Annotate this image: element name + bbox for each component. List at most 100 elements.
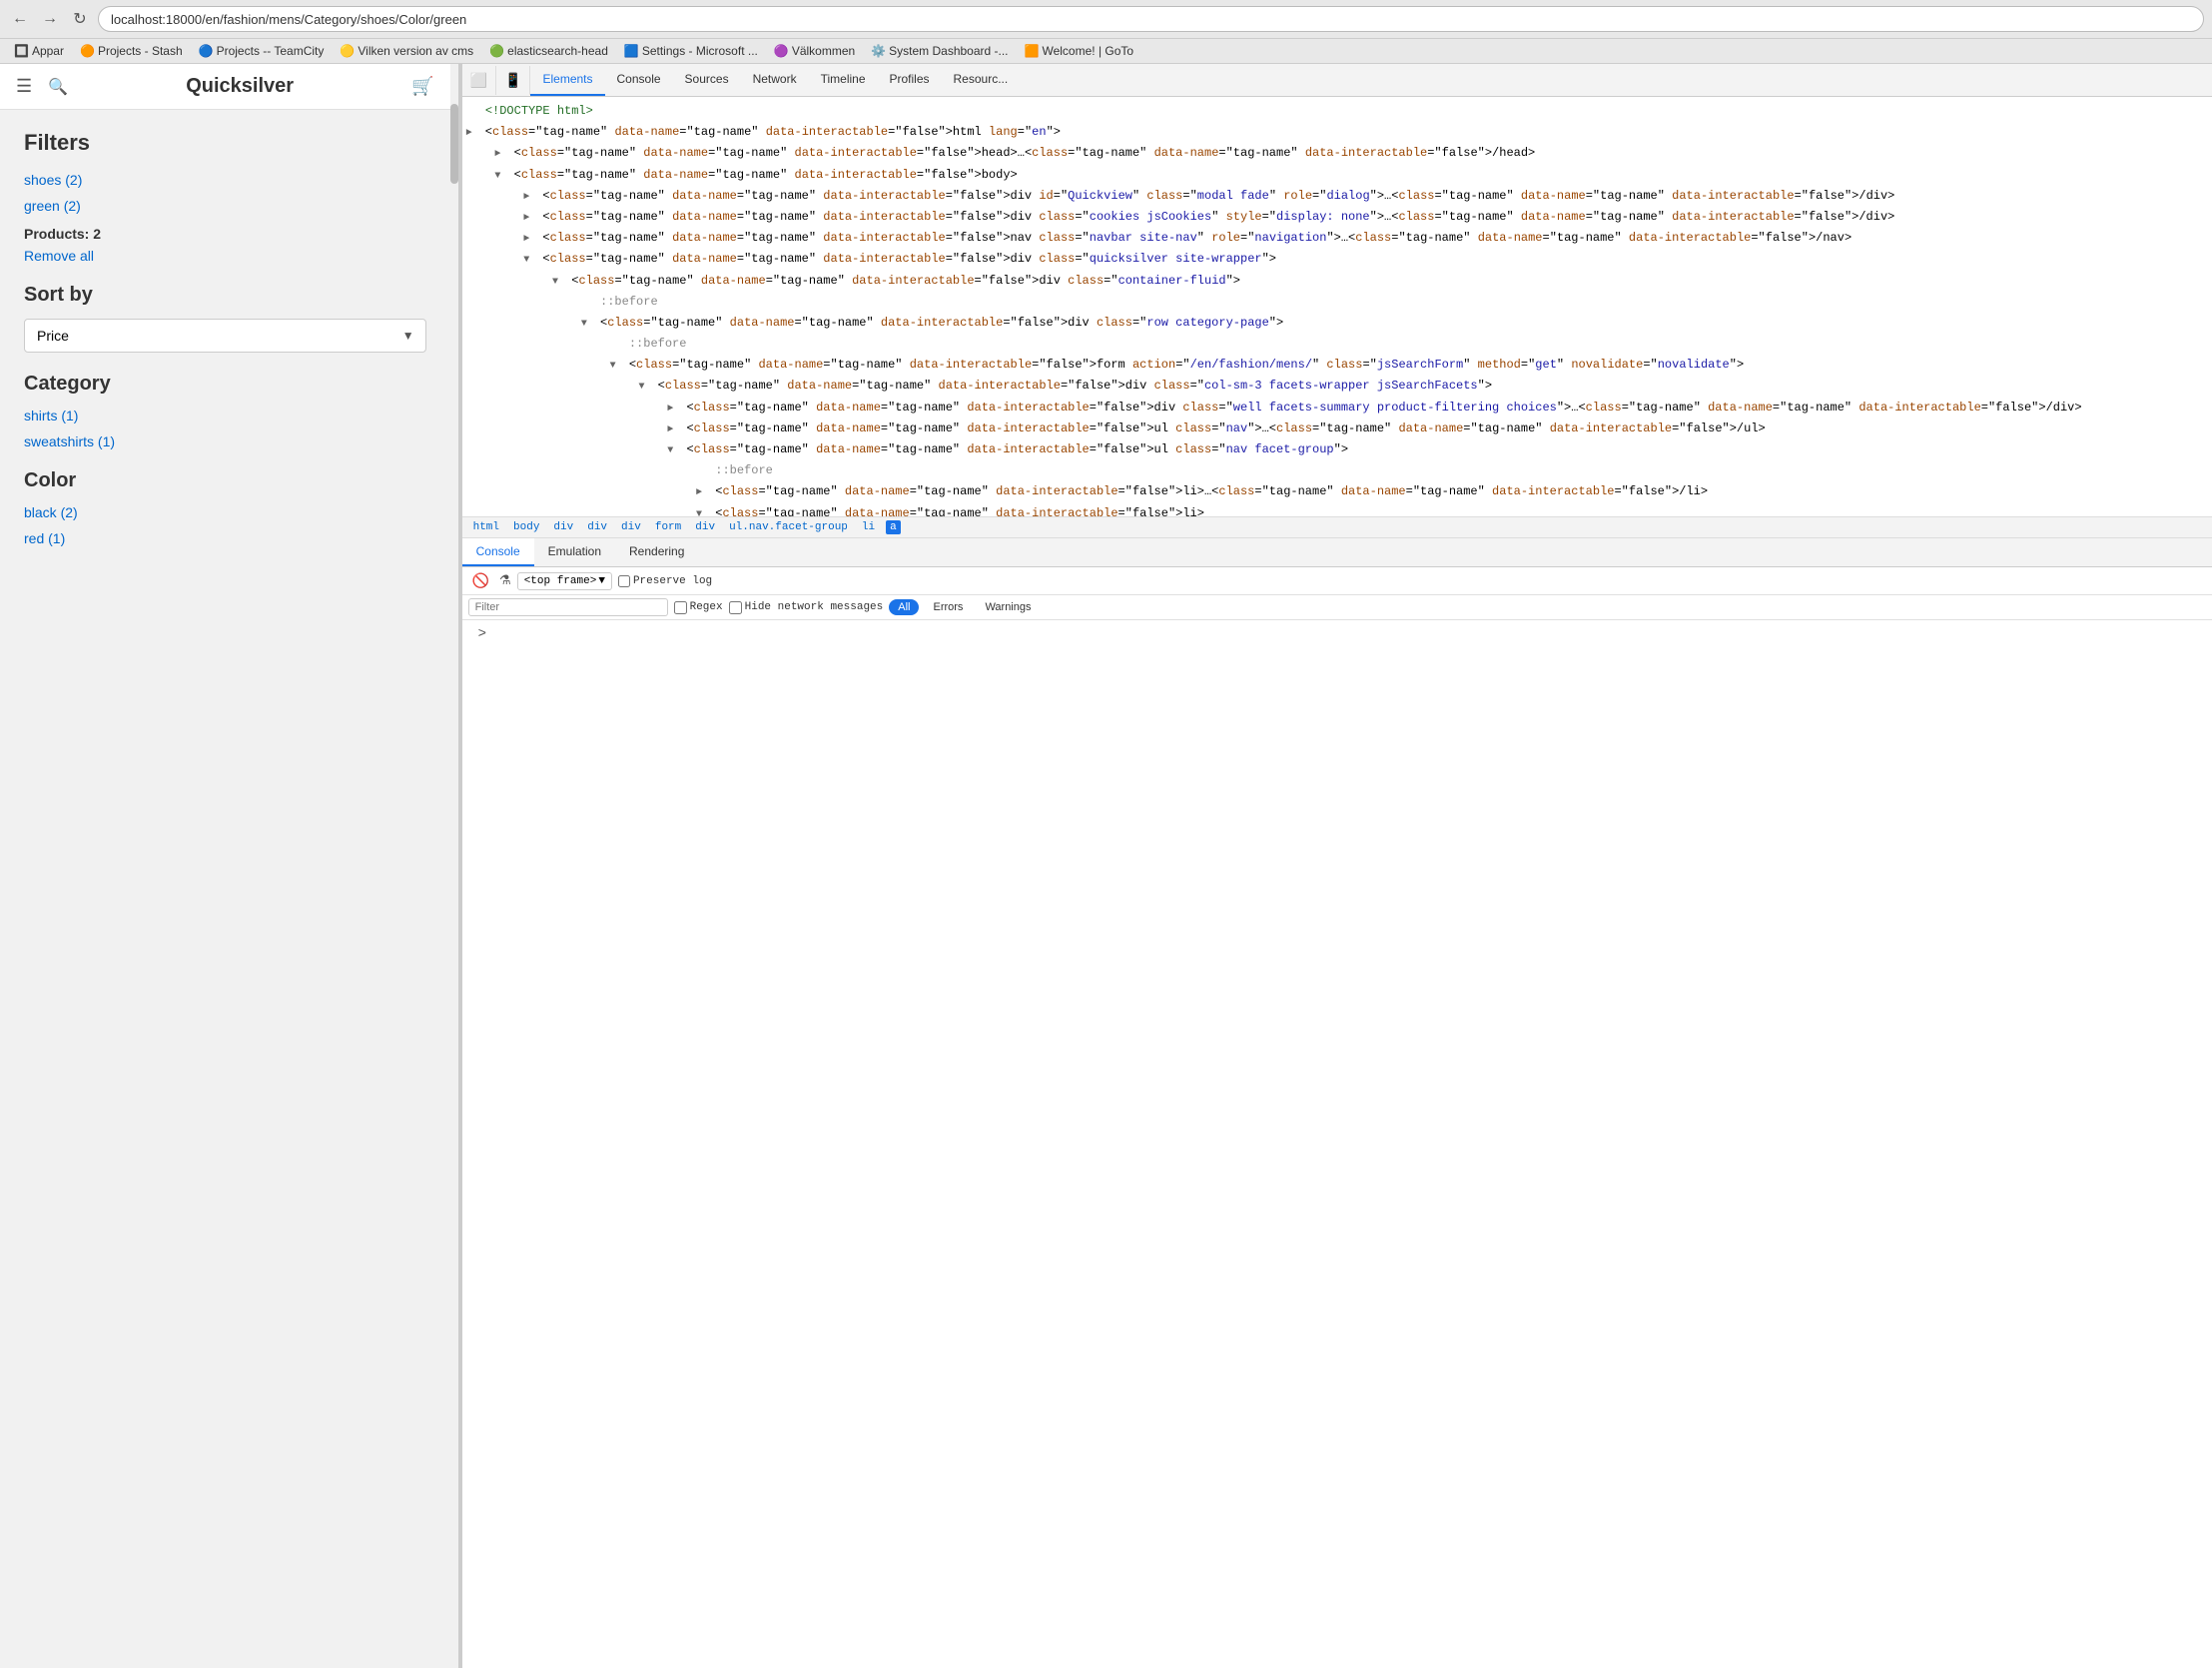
tab-network[interactable]: Network [741,64,809,96]
tree-line[interactable]: ::before [462,292,2212,313]
back-button[interactable]: ← [8,7,32,31]
triangle-open-icon[interactable] [638,380,650,396]
preserve-log-checkbox[interactable] [618,575,630,587]
bookmark-vilken[interactable]: 🟡 Vilken version av cms [334,42,479,60]
triangle-closed-icon[interactable] [523,190,535,206]
bookmark-appar[interactable]: 🔲 Appar [8,42,70,60]
bookmark-elasticsearch[interactable]: 🟢 elasticsearch-head [483,42,614,60]
attr-name: data-interactable [967,421,1089,435]
tab-profiles[interactable]: Profiles [878,64,942,96]
console-tab-rendering[interactable]: Rendering [615,538,698,566]
triangle-open-icon[interactable] [581,317,593,333]
inspect-icon-button[interactable]: ⬜ [462,66,496,95]
remove-all-link[interactable]: Remove all [24,248,94,264]
tree-line[interactable]: <class="tag-name" data-name="tag-name" d… [462,122,2212,143]
breadcrumb-item[interactable]: div [618,520,644,534]
triangle-open-icon[interactable] [523,253,535,269]
console-tab-emulation[interactable]: Emulation [534,538,615,566]
bookmark-projects-stash[interactable]: 🟠 Projects - Stash [74,42,189,60]
tree-line[interactable]: <class="tag-name" data-name="tag-name" d… [462,207,2212,228]
tree-line[interactable]: <class="tag-name" data-name="tag-name" d… [462,143,2212,164]
category-sweatshirts[interactable]: sweatshirts (1) [24,433,426,449]
level-all-button[interactable]: All [889,599,919,615]
tree-line[interactable]: <class="tag-name" data-name="tag-name" d… [462,418,2212,439]
triangle-closed-icon[interactable] [466,126,478,142]
console-filter-input[interactable] [468,598,668,616]
tree-line[interactable]: <class="tag-name" data-name="tag-name" d… [462,376,2212,397]
tree-line[interactable]: <class="tag-name" data-name="tag-name" d… [462,228,2212,249]
breadcrumb-item[interactable]: body [510,520,542,534]
clear-console-button[interactable]: 🚫 [468,570,493,591]
hamburger-button[interactable]: ☰ [12,72,36,101]
tree-line[interactable]: <!DOCTYPE html> [462,101,2212,122]
tree-line[interactable]: ::before [462,334,2212,355]
breadcrumb-item[interactable]: form [652,520,684,534]
color-red[interactable]: red (1) [24,530,426,546]
triangle-closed-icon[interactable] [667,422,679,438]
triangle-closed-icon[interactable] [696,485,708,501]
breadcrumb-active[interactable]: a [886,520,901,534]
category-shirts[interactable]: shirts (1) [24,408,426,423]
website-scrollbar[interactable] [450,64,458,1668]
tree-line[interactable]: <class="tag-name" data-name="tag-name" d… [462,503,2212,516]
triangle-open-icon[interactable] [667,443,679,459]
tree-line[interactable]: <class="tag-name" data-name="tag-name" d… [462,313,2212,334]
triangle-closed-icon[interactable] [523,211,535,227]
triangle-closed-icon[interactable] [523,232,535,248]
forward-button[interactable]: → [38,7,62,31]
tab-resources[interactable]: Resourc... [942,64,1021,96]
tree-line[interactable]: <class="tag-name" data-name="tag-name" d… [462,355,2212,376]
breadcrumb-item[interactable]: html [470,520,502,534]
mobile-icon-button[interactable]: 📱 [496,66,530,95]
triangle-open-icon[interactable] [696,507,708,516]
triangle-open-icon[interactable] [494,169,506,185]
search-button[interactable]: 🔍 [44,73,72,101]
tree-line[interactable]: <class="tag-name" data-name="tag-name" d… [462,249,2212,270]
tab-elements[interactable]: Elements [530,64,604,96]
bookmark-settings[interactable]: 🟦 Settings - Microsoft ... [618,42,764,60]
bookmark-projects-teamcity[interactable]: 🔵 Projects -- TeamCity [193,42,331,60]
triangle-open-icon[interactable] [552,275,564,291]
color-black[interactable]: black (2) [24,504,426,520]
filter-green[interactable]: green (2) [24,198,426,214]
console-tab-console[interactable]: Console [462,538,534,566]
tree-line[interactable]: <class="tag-name" data-name="tag-name" d… [462,165,2212,186]
level-warnings-button[interactable]: Warnings [977,600,1039,614]
breadcrumb-item[interactable]: div [584,520,610,534]
tab-timeline[interactable]: Timeline [809,64,878,96]
tree-line[interactable]: <class="tag-name" data-name="tag-name" d… [462,398,2212,418]
reload-button[interactable]: ↻ [68,7,92,31]
cart-button[interactable]: 🛒 [407,72,437,101]
level-errors-button[interactable]: Errors [925,600,971,614]
breadcrumb-item[interactable]: li [859,520,878,534]
attr-name: class [694,401,730,415]
breadcrumb-item[interactable]: div [550,520,576,534]
triangle-closed-icon[interactable] [494,147,506,163]
frame-select[interactable]: <top frame> ▼ [517,572,612,590]
filter-shoes[interactable]: shoes (2) [24,172,426,188]
bookmark-welcome[interactable]: 🟧 Welcome! | GoTo [1019,42,1140,60]
breadcrumb-item[interactable]: ul.nav.facet-group [726,520,851,534]
tree-line[interactable]: <class="tag-name" data-name="tag-name" d… [462,481,2212,502]
bookmark-system-dashboard[interactable]: ⚙️ System Dashboard -... [865,42,1014,60]
appar-icon: 🔲 [14,44,29,58]
tree-line[interactable]: <class="tag-name" data-name="tag-name" d… [462,186,2212,207]
triangle-closed-icon[interactable] [667,402,679,417]
attr-name: class [1218,484,1254,498]
tree-line[interactable]: <class="tag-name" data-name="tag-name" d… [462,439,2212,460]
tree-line[interactable]: ::before [462,460,2212,481]
breadcrumb-item[interactable]: div [692,520,718,534]
tab-sources[interactable]: Sources [673,64,741,96]
attr-name: method [1478,358,1521,372]
tree-line[interactable]: <class="tag-name" data-name="tag-name" d… [462,271,2212,292]
bookmark-valkommen[interactable]: 🟣 Välkommen [768,42,861,60]
sort-select[interactable]: Price Name Newest [24,319,426,353]
address-bar[interactable] [98,6,2204,32]
hide-network-checkbox[interactable] [729,601,742,614]
attr-name: data-name [816,401,881,415]
attr-name: class [1039,210,1075,224]
website-scroll-thumb [450,104,458,184]
regex-checkbox[interactable] [674,601,687,614]
tab-console[interactable]: Console [605,64,673,96]
triangle-open-icon[interactable] [610,359,622,375]
